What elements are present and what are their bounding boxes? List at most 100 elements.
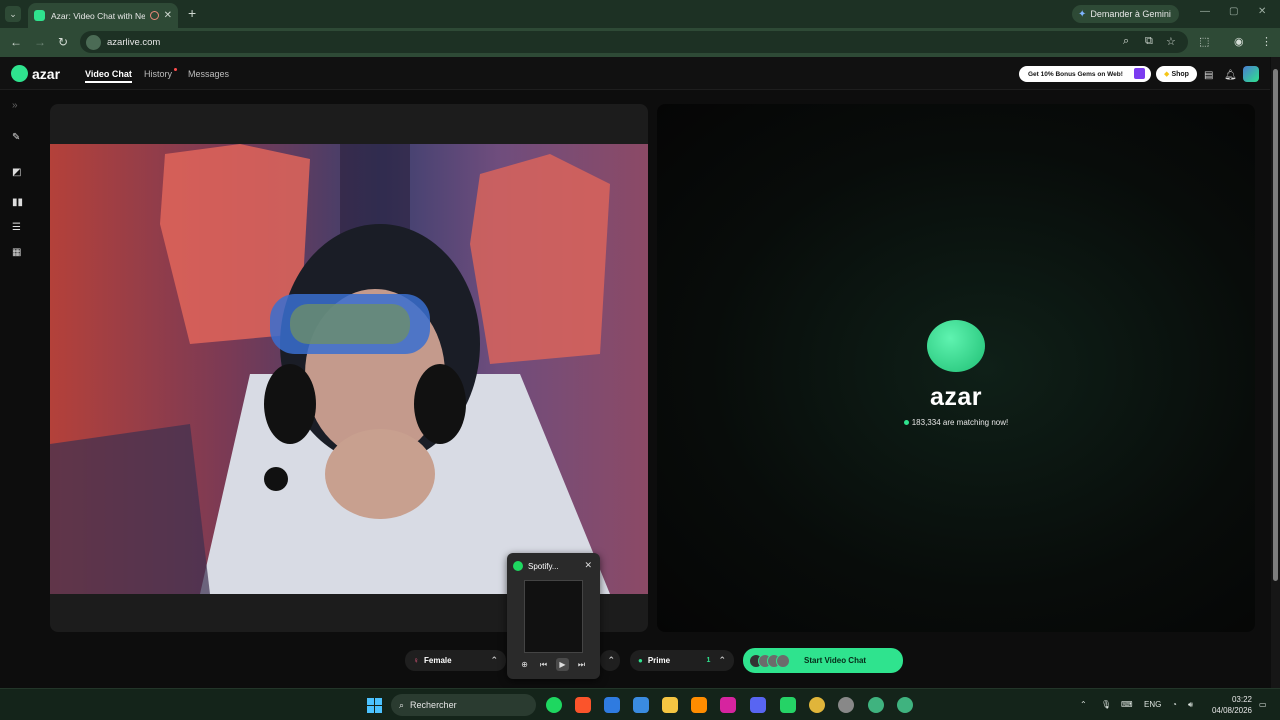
chevron-up-icon: ⌃ <box>490 655 498 665</box>
azar-globe-icon <box>927 320 985 372</box>
my-camera-feed <box>50 144 648 594</box>
chevron-up-icon: ⌃ <box>718 655 726 665</box>
spotify-close-icon[interactable]: ✕ <box>584 560 592 571</box>
browser-toolbar: ← → ↻ azarlive.com <box>0 28 1280 57</box>
bookmark-star-icon[interactable]: ☆ <box>1166 35 1176 48</box>
spotify-media-controls: ⊕ ⏮ ▶ ⏭ <box>518 658 588 671</box>
azar-logo[interactable]: azar <box>11 65 60 82</box>
notification-bell-icon[interactable]: 🔔︎ <box>1224 70 1237 81</box>
chrome-profile-taskbar-icon[interactable] <box>838 697 854 713</box>
azar-header: azar Video Chat History Messages Get 10%… <box>0 57 1270 90</box>
tab-search-button[interactable]: ⌄ <box>5 6 21 22</box>
clock-time: 03:22 <box>1231 695 1252 704</box>
defender-taskbar-icon[interactable] <box>604 697 620 713</box>
filter-icon[interactable]: ◩ <box>12 167 21 178</box>
spotify-preview-header: Spotify... <box>513 561 559 571</box>
gemini-button[interactable]: ✦ Demander à Gemini <box>1072 5 1179 23</box>
azar-favicon-icon <box>34 10 45 21</box>
keyboard-icon[interactable]: ⌨ <box>1121 700 1133 709</box>
wifi-icon[interactable]: ◔ <box>1172 700 1177 709</box>
region-filter-button[interactable]: ⌃ <box>600 650 620 671</box>
spotify-taskbar-preview[interactable]: Spotify... ✕ ⊕ ⏮ ▶ ⏭ <box>507 553 600 679</box>
shop-label: Shop <box>1171 70 1189 78</box>
matching-count: 183,334 are matching now! <box>657 418 1255 427</box>
whatsapp-taskbar-icon[interactable] <box>780 697 796 713</box>
user-avatar[interactable] <box>1243 66 1259 82</box>
language-indicator[interactable]: ENG <box>1144 700 1161 709</box>
play-icon[interactable]: ▶ <box>556 658 569 671</box>
maximize-icon[interactable]: ▢ <box>1229 6 1238 17</box>
tab-video-chat[interactable]: Video Chat <box>85 69 132 83</box>
new-tab-button[interactable]: + <box>188 5 196 21</box>
recording-icon <box>149 11 159 20</box>
spotify-window-thumbnail[interactable] <box>524 580 583 653</box>
shop-button[interactable]: ◆ Shop <box>1156 66 1197 82</box>
next-track-icon[interactable]: ⏭ <box>575 658 588 671</box>
extensions-icon[interactable]: ⬚ <box>1199 35 1209 48</box>
history-notification-dot <box>174 68 177 71</box>
zoom-icon[interactable]: ⌕ <box>1123 35 1129 48</box>
address-bar[interactable]: azarlive.com <box>80 31 1188 53</box>
search-icon: ⌕ <box>399 699 405 710</box>
chrome-profile-taskbar-icon[interactable] <box>868 697 884 713</box>
prime-button[interactable]: ● Prime 1 ⌃ <box>630 650 734 671</box>
brave-taskbar-icon[interactable] <box>575 697 591 713</box>
tab-close-button[interactable]: ✕ <box>164 10 172 21</box>
back-icon[interactable]: ← <box>10 35 22 49</box>
minimize-icon[interactable]: — <box>1200 6 1210 17</box>
spotify-icon <box>513 561 523 571</box>
gem-icon: ◆ <box>1164 71 1170 78</box>
vlc-taskbar-icon[interactable] <box>691 697 707 713</box>
tray-overflow-icon[interactable]: ⌃ <box>1080 700 1087 709</box>
reload-icon[interactable]: ↻ <box>58 35 68 49</box>
chrome-taskbar-icon[interactable] <box>809 697 825 713</box>
camera-scene <box>50 144 610 594</box>
store-taskbar-icon[interactable] <box>633 697 649 713</box>
prime-badge: 1 <box>706 657 711 664</box>
start-video-chat-button[interactable]: Start Video Chat <box>743 648 903 673</box>
url-text: azarlive.com <box>107 36 161 48</box>
layout-grid-icon[interactable]: ▦ <box>12 247 21 258</box>
close-window-icon[interactable]: ✕ <box>1258 6 1266 17</box>
tab-messages[interactable]: Messages <box>188 69 229 79</box>
taskbar-clock[interactable]: 03:22 04/08/2026 <box>1208 694 1252 716</box>
microphone-icon[interactable]: 🎙︎ <box>1101 700 1111 709</box>
tool-rail: » ✎ ◩ ▮▮ ☰ ▦ <box>0 91 36 687</box>
gender-filter-button[interactable]: ♀ Female ⌃ <box>405 650 506 671</box>
windows-start-icon[interactable] <box>367 698 382 713</box>
instagram-taskbar-icon[interactable] <box>720 697 736 713</box>
add-to-library-icon[interactable]: ⊕ <box>518 658 531 671</box>
volume-icon[interactable]: 🔊︎ <box>1188 700 1193 710</box>
expand-rail-icon[interactable]: » <box>12 100 18 111</box>
previous-track-icon[interactable]: ⏮ <box>537 658 550 671</box>
chevron-up-icon: ⌃ <box>607 655 615 665</box>
bonus-gems-button[interactable]: Get 10% Bonus Gems on Web! <box>1019 66 1151 82</box>
promo-label: Get 10% Bonus Gems on Web! <box>1028 70 1123 78</box>
browser-menu-icon[interactable]: ⋮ <box>1261 35 1272 48</box>
taskbar-search[interactable]: ⌕ Rechercher <box>391 694 536 716</box>
explorer-taskbar-icon[interactable] <box>662 697 678 713</box>
tab-history[interactable]: History <box>144 69 172 79</box>
taskbar-search-placeholder: Rechercher <box>410 700 457 710</box>
female-icon: ♀ <box>413 656 419 665</box>
partner-video-panel: azar 183,334 are matching now! <box>657 104 1255 632</box>
gift-icon <box>1134 68 1145 79</box>
forward-icon[interactable]: → <box>34 35 46 49</box>
profile-avatar-icon[interactable]: ◉ <box>1234 35 1244 48</box>
prime-label: Prime <box>647 656 671 665</box>
discord-taskbar-icon[interactable] <box>750 697 766 713</box>
azar-wordmark: azar <box>929 383 983 411</box>
scrollbar-thumb[interactable] <box>1273 69 1278 581</box>
chrome-active-taskbar-icon[interactable] <box>897 697 913 713</box>
inbox-icon[interactable]: ▤ <box>1204 70 1213 81</box>
layout-stack-icon[interactable]: ☰ <box>12 222 21 233</box>
install-app-icon[interactable]: ⧉ <box>1145 35 1153 48</box>
page-scrollbar[interactable] <box>1271 57 1280 688</box>
layout-side-icon[interactable]: ▮▮ <box>12 197 23 208</box>
spotify-taskbar-icon[interactable] <box>546 697 562 713</box>
browser-tab-azar[interactable]: Azar: Video Chat with New ✕ <box>28 3 178 28</box>
magic-wand-icon[interactable]: ✎ <box>12 132 20 143</box>
site-info-icon[interactable] <box>86 34 101 50</box>
avatar <box>776 653 790 668</box>
notification-center-icon[interactable]: ▭ <box>1259 700 1267 709</box>
